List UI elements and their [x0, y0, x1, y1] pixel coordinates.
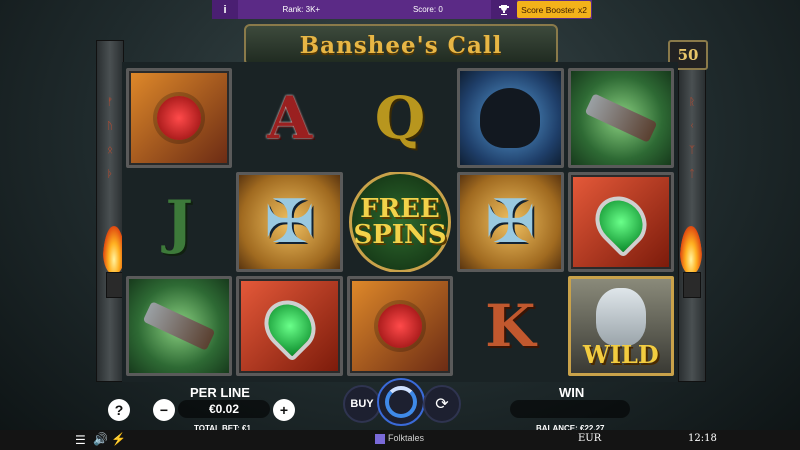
- rune-icon: ᚦ: [107, 169, 113, 180]
- brand-name: Folktales: [388, 433, 425, 443]
- queen-letter: Q: [374, 84, 426, 152]
- reel-grid: A Q J ✠ FREE SPINS ✠ K WILD: [122, 62, 678, 382]
- raven-symbol: [457, 68, 564, 168]
- jack-letter: J: [165, 188, 193, 256]
- rose-symbol: [126, 68, 233, 168]
- jack-symbol: J: [126, 172, 232, 272]
- decrease-bet-button[interactable]: −: [153, 399, 175, 421]
- rune-icon: ᚱ: [689, 97, 695, 108]
- rose-symbol: [346, 276, 454, 376]
- banshee-face-icon: [595, 288, 646, 346]
- celtic-cross-icon: ✠: [485, 188, 536, 255]
- claddagh-heart-icon: [584, 185, 657, 259]
- right-pillar: ᚱ ᚲ ᛉ ᛏ: [678, 40, 706, 382]
- free-spins-symbol: FREE SPINS: [347, 172, 453, 272]
- turbo-icon[interactable]: ⚡: [111, 432, 126, 446]
- trophy-icon[interactable]: [491, 0, 518, 19]
- autoplay-button[interactable]: ⟳: [423, 385, 461, 423]
- rank-text: Rank: 3K+: [282, 5, 321, 14]
- win-label: WIN: [559, 385, 585, 400]
- brand-mark-icon: [375, 433, 385, 444]
- king-letter: K: [485, 292, 536, 360]
- queen-symbol: Q: [347, 68, 453, 168]
- footer-bar: ☰ 🔊 ⚡ Folktales EUR 12:18: [0, 430, 800, 450]
- rose-icon: [377, 304, 422, 348]
- free-spins-line2: SPINS: [353, 220, 447, 250]
- celtic-cross-icon: ✠: [264, 188, 315, 255]
- spin-button[interactable]: [377, 378, 425, 426]
- sound-icon[interactable]: 🔊: [93, 432, 108, 446]
- score-booster-button[interactable]: Score Booster x2: [517, 1, 592, 18]
- currency: EUR: [578, 433, 602, 444]
- rune-icon: ᚠ: [107, 97, 113, 108]
- spin-icon: [385, 386, 417, 418]
- wild-label: WILD: [582, 340, 659, 369]
- rune-icon: ᛉ: [689, 145, 695, 156]
- rune-icon: ᛏ: [689, 169, 695, 180]
- help-button[interactable]: ?: [108, 399, 130, 421]
- pistol-icon: [142, 301, 216, 351]
- rose-icon: [157, 96, 202, 140]
- per-line-label: PER LINE: [190, 385, 250, 400]
- game-title: Banshee's Call: [244, 24, 558, 66]
- autoplay-icon: ⟳: [435, 396, 449, 413]
- score-text: Score: 0: [412, 5, 443, 14]
- menu-icon[interactable]: ☰: [75, 433, 86, 447]
- wild-symbol: WILD: [567, 276, 674, 376]
- pistol-icon: [584, 93, 658, 143]
- celtic-cross-symbol: ✠: [457, 172, 564, 272]
- free-spins-line1: FREE: [360, 194, 440, 224]
- buy-label: BUY: [350, 398, 374, 410]
- torch-icon: [677, 226, 705, 298]
- clock: 12:18: [688, 433, 717, 444]
- score-booster-label: Score Booster: [521, 4, 576, 15]
- pistol-symbol: [126, 276, 233, 376]
- booster-multiplier: x2: [578, 4, 588, 15]
- pistol-symbol: [567, 68, 674, 168]
- king-symbol: K: [457, 276, 563, 376]
- info-icon[interactable]: i: [212, 0, 238, 19]
- claddagh-ring-symbol: [236, 276, 343, 376]
- brand-logo: Folktales: [375, 433, 424, 444]
- win-value: [510, 400, 630, 418]
- buy-feature-button[interactable]: BUY: [343, 385, 381, 423]
- promo-bar: i Rank: 3K+ Score: 0 Score Booster x2: [212, 0, 592, 19]
- celtic-cross-symbol: ✠: [236, 172, 343, 272]
- rune-icon: ᛟ: [107, 145, 113, 156]
- ace-symbol: A: [236, 68, 342, 168]
- per-line-value: €0.02: [178, 400, 270, 418]
- claddagh-heart-icon: [253, 289, 326, 363]
- claddagh-ring-symbol: [567, 172, 674, 272]
- rune-icon: ᚲ: [689, 121, 695, 132]
- ace-letter: A: [267, 84, 313, 152]
- left-pillar: ᚠ ᚢ ᛟ ᚦ: [96, 40, 124, 382]
- raven-icon: [480, 88, 541, 148]
- free-spins-badge: FREE SPINS: [348, 172, 451, 272]
- rune-icon: ᚢ: [107, 121, 113, 132]
- increase-bet-button[interactable]: +: [273, 399, 295, 421]
